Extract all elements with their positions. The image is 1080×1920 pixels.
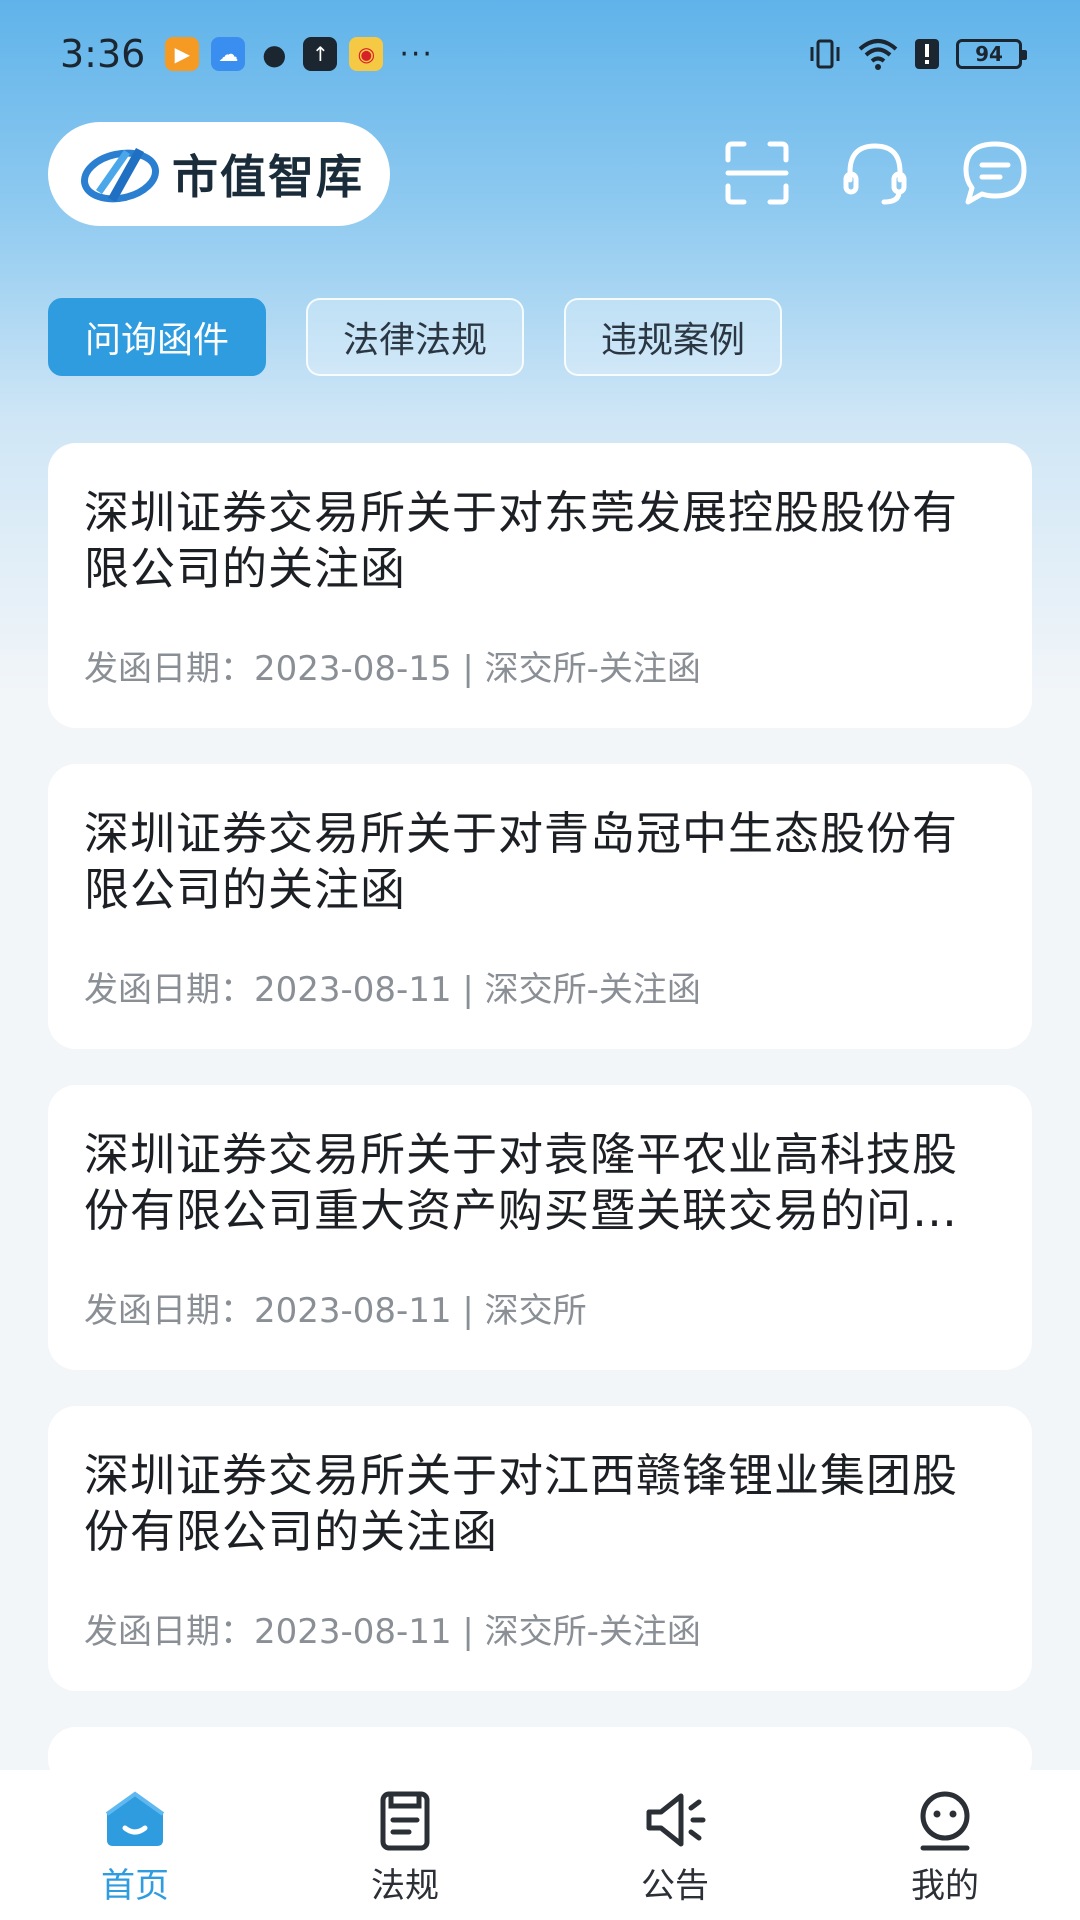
status-right: 94 bbox=[808, 37, 1027, 71]
tab-violation-cases[interactable]: 违规案例 bbox=[564, 298, 782, 376]
card-title: 深圳证券交易所关于对东莞发展控股股份有限公司的关注函 bbox=[84, 486, 959, 595]
book-icon bbox=[380, 1791, 430, 1851]
vibrate-icon bbox=[810, 39, 840, 69]
status-time: 3:36 bbox=[60, 32, 146, 76]
megaphone-icon bbox=[646, 1793, 706, 1847]
scan-icon[interactable] bbox=[722, 138, 792, 208]
card-meta: 发函日期：2023-08-11 | 深交所-关注函 bbox=[84, 970, 701, 1010]
nav-announcements[interactable]: 公告 bbox=[575, 1788, 775, 1907]
alert-icon bbox=[915, 39, 939, 69]
list-item[interactable]: 深圳证券交易所关于对江西赣锋锂业集团股份有限公司的关注函 发函日期：2023-0… bbox=[48, 1406, 1032, 1691]
wifi-icon bbox=[858, 39, 898, 70]
app-logo[interactable]: 市值智库 bbox=[48, 122, 390, 226]
battery-level: 94 bbox=[975, 42, 1003, 66]
card-title: 深圳证券交易所关于对青岛冠中生态股份有限公司的关注函 bbox=[84, 807, 959, 916]
more-notifications-icon: ··· bbox=[399, 36, 434, 72]
card-title: 深圳证券交易所关于对袁隆平农业高科技股份有限公司重大资产购买暨关联交易的问询函 bbox=[84, 1128, 959, 1237]
list-item[interactable]: 深圳证券交易所关于对青岛冠中生态股份有限公司的关注函 发函日期：2023-08-… bbox=[48, 764, 1032, 1049]
video-app-icon: ▶ bbox=[165, 37, 200, 71]
logo-text: 市值智库 bbox=[172, 150, 364, 204]
tab-laws-regulations[interactable]: 法律法规 bbox=[306, 298, 524, 376]
headset-icon[interactable] bbox=[840, 138, 910, 208]
message-icon[interactable] bbox=[960, 138, 1030, 208]
list-item[interactable]: 深圳证券交易所关于对袁隆平农业高科技股份有限公司重大资产购买暨关联交易的问询函 … bbox=[48, 1085, 1032, 1370]
battery-indicator: 94 bbox=[956, 39, 1027, 69]
bottom-nav: 首页 法规 公告 我的 bbox=[0, 1770, 1080, 1920]
category-tabs: 问询函件 法律法规 违规案例 bbox=[48, 298, 782, 376]
app-header: 市值智库 bbox=[0, 120, 1080, 230]
nav-regulations-label: 法规 bbox=[371, 1866, 439, 1906]
card-meta: 发函日期：2023-08-11 | 深交所 bbox=[84, 1291, 587, 1331]
weibo-icon: ◉ bbox=[349, 37, 384, 71]
wechat-icon: ● bbox=[262, 37, 287, 71]
list-item[interactable]: 深圳证券交易所关于对东莞发展控股股份有限公司的关注函 发函日期：2023-08-… bbox=[48, 443, 1032, 728]
profile-icon bbox=[920, 1791, 970, 1851]
cloud-app-icon: ☁ bbox=[211, 37, 246, 71]
status-bar: 3:36 ▶ ☁ ● ↑ ◉ ··· 94 bbox=[0, 0, 1080, 108]
letter-list: 深圳证券交易所关于对东莞发展控股股份有限公司的关注函 发函日期：2023-08-… bbox=[48, 443, 1032, 1787]
card-meta: 发函日期：2023-08-11 | 深交所-关注函 bbox=[84, 1612, 701, 1652]
nav-announcements-label: 公告 bbox=[641, 1866, 709, 1906]
card-title: 深圳证券交易所关于对江西赣锋锂业集团股份有限公司的关注函 bbox=[84, 1449, 959, 1558]
logo-mark-icon bbox=[80, 148, 160, 203]
nav-profile[interactable]: 我的 bbox=[845, 1788, 1045, 1907]
status-left: 3:36 ▶ ☁ ● ↑ ◉ ··· bbox=[60, 32, 434, 76]
nav-home[interactable]: 首页 bbox=[35, 1788, 235, 1907]
home-icon bbox=[105, 1791, 165, 1846]
nav-home-label: 首页 bbox=[101, 1866, 169, 1906]
tab-inquiry-letters[interactable]: 问询函件 bbox=[48, 298, 266, 376]
upload-icon: ↑ bbox=[303, 37, 338, 71]
nav-regulations[interactable]: 法规 bbox=[305, 1788, 505, 1907]
card-meta: 发函日期：2023-08-15 | 深交所-关注函 bbox=[84, 649, 701, 689]
nav-profile-label: 我的 bbox=[911, 1866, 979, 1906]
